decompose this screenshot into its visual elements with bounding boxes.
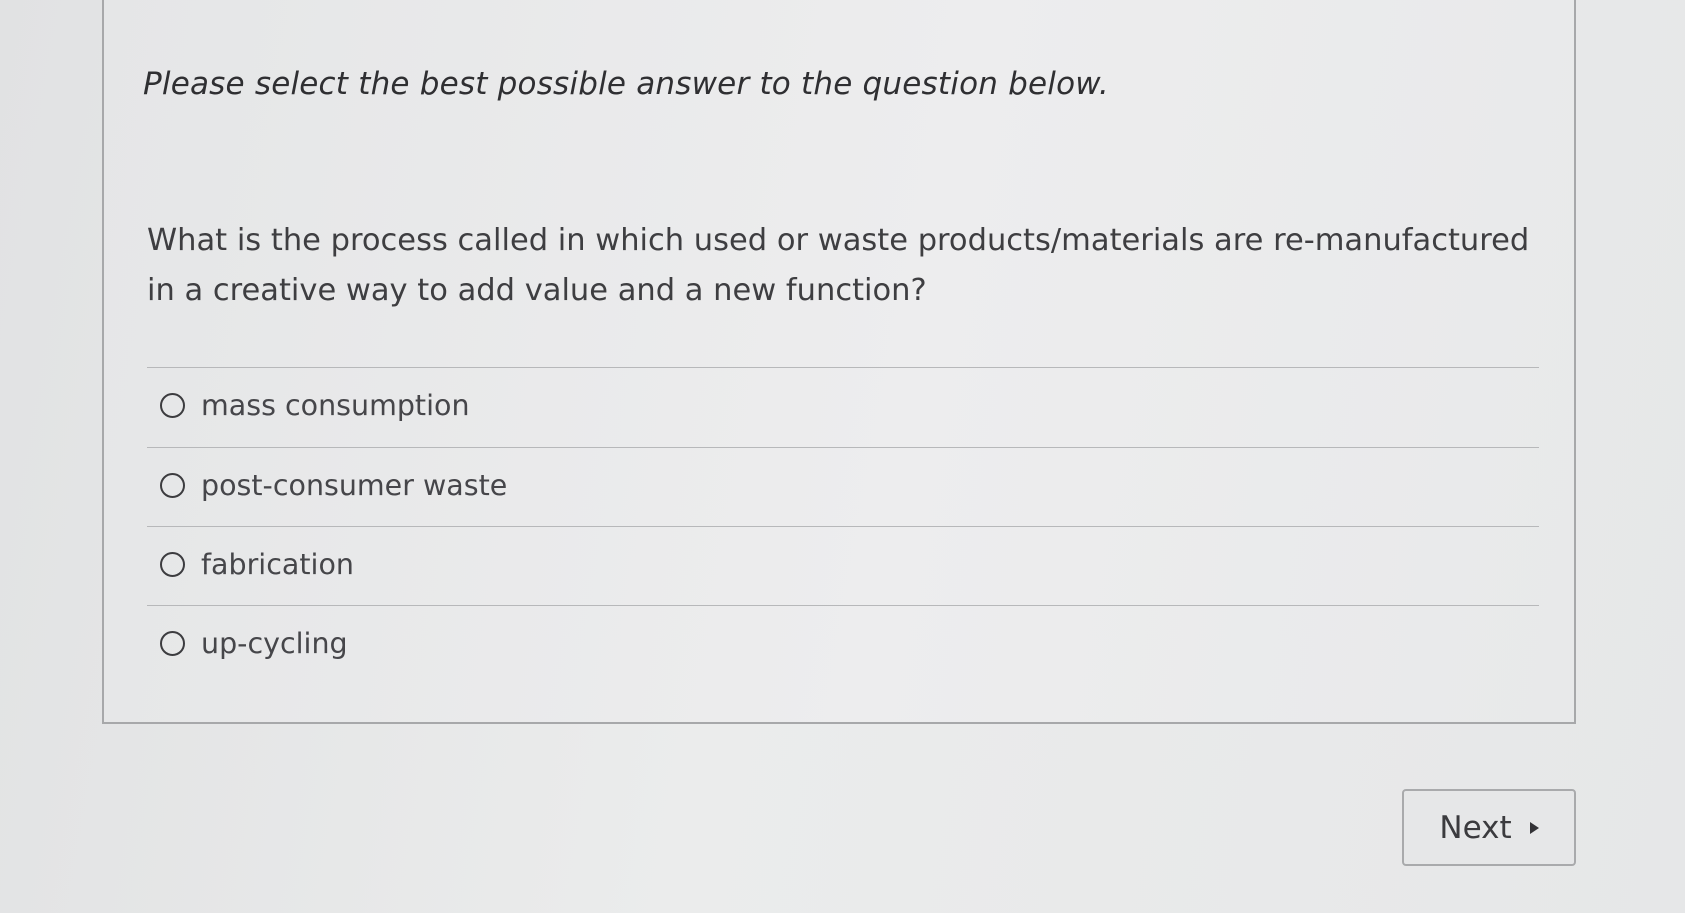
radio-button[interactable] [160, 472, 185, 498]
triangle-right-icon [1529, 821, 1539, 834]
answer-option-label: fabrication [201, 547, 354, 581]
answer-option-up-cycling[interactable]: up-cycling [160, 619, 348, 667]
next-button[interactable]: Next [1402, 789, 1576, 866]
instruction-text: Please select the best possible answer t… [143, 66, 1109, 102]
divider [147, 605, 1539, 606]
radio-button[interactable] [160, 630, 185, 656]
divider [147, 367, 1539, 368]
question-text: What is the process called in which used… [147, 223, 1530, 308]
divider [147, 447, 1539, 448]
radio-button[interactable] [160, 392, 185, 418]
answer-option-label: post-consumer waste [201, 468, 508, 502]
answer-option-post-consumer-waste[interactable]: post-consumer waste [160, 461, 507, 509]
divider [147, 526, 1539, 527]
next-button-label: Next [1439, 809, 1512, 846]
answer-option-label: up-cycling [201, 626, 348, 660]
answer-option-mass-consumption[interactable]: mass consumption [160, 381, 470, 429]
answer-option-fabrication[interactable]: fabrication [160, 540, 354, 588]
radio-button[interactable] [160, 551, 185, 577]
question-panel [102, 0, 1576, 724]
answer-option-label: mass consumption [201, 388, 470, 422]
